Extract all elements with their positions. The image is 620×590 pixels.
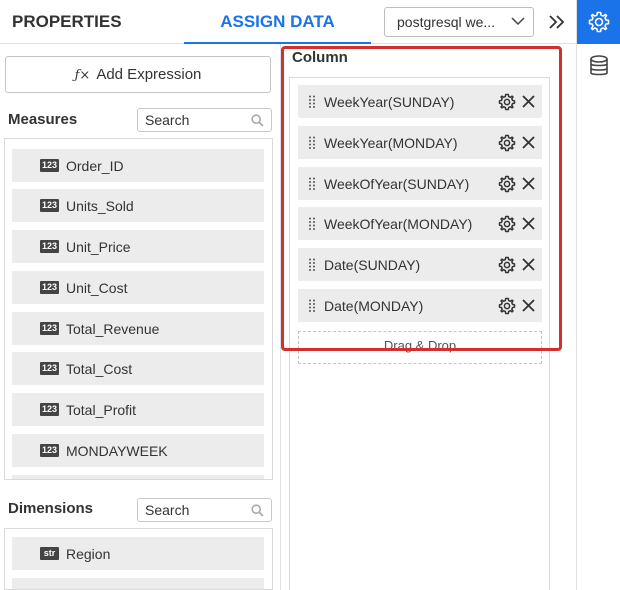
dimension-item[interactable]: str Region xyxy=(12,537,264,570)
settings-button[interactable] xyxy=(577,0,620,44)
dimension-item-partial xyxy=(12,578,264,589)
close-icon[interactable] xyxy=(521,298,536,313)
number-type-icon: 123 xyxy=(40,281,59,294)
drag-handle-icon[interactable] xyxy=(309,95,315,108)
close-icon[interactable] xyxy=(521,94,536,109)
column-item[interactable]: WeekYear(MONDAY) xyxy=(298,126,542,159)
gear-icon[interactable] xyxy=(498,215,516,233)
number-type-icon: 123 xyxy=(40,322,59,335)
close-icon[interactable] xyxy=(521,135,536,150)
field-label: Unit_Price xyxy=(66,238,131,255)
field-label: Units_Sold xyxy=(66,197,134,214)
column-item-label: WeekOfYear(MONDAY) xyxy=(324,215,473,232)
column-item-label: WeekYear(SUNDAY) xyxy=(324,93,455,110)
add-expression-label: Add Expression xyxy=(96,66,202,83)
number-type-icon: 123 xyxy=(40,199,59,212)
column-title: Column xyxy=(292,49,348,66)
drag-handle-icon[interactable] xyxy=(309,217,315,230)
column-panel: Column WeekYear(SUNDAY) WeekYear(MONDAY)… xyxy=(280,44,576,590)
drag-handle-icon[interactable] xyxy=(309,258,315,271)
dimensions-search[interactable] xyxy=(137,498,272,522)
search-icon xyxy=(251,114,264,127)
tab-properties[interactable]: PROPERTIES xyxy=(12,0,122,44)
column-item[interactable]: Date(SUNDAY) xyxy=(298,248,542,281)
measure-item[interactable]: 123 Unit_Cost xyxy=(12,271,264,304)
column-item-label: WeekYear(MONDAY) xyxy=(324,134,458,151)
field-label: Total_Revenue xyxy=(66,320,160,337)
column-item[interactable]: Date(MONDAY) xyxy=(298,289,542,322)
column-item-label: Date(MONDAY) xyxy=(324,297,424,314)
double-chevron-right-icon[interactable] xyxy=(546,12,568,32)
database-icon xyxy=(590,55,608,76)
measures-search-input[interactable] xyxy=(138,109,246,131)
close-icon[interactable] xyxy=(521,257,536,272)
measure-item[interactable]: 123 Units_Sold xyxy=(12,189,264,222)
close-icon[interactable] xyxy=(521,216,536,231)
panel-header: PROPERTIES ASSIGN DATA postgresql we... xyxy=(0,0,576,44)
measure-item[interactable]: 123 Total_Profit xyxy=(12,393,264,426)
field-label: Total_Cost xyxy=(66,360,133,377)
gear-icon[interactable] xyxy=(498,297,516,315)
number-type-icon: 123 xyxy=(40,240,59,253)
field-label: Total_Profit xyxy=(66,401,137,418)
gear-icon xyxy=(588,11,610,33)
search-icon xyxy=(251,504,264,517)
datasource-selected: postgresql we... xyxy=(397,14,496,30)
right-sidebar xyxy=(576,0,620,590)
function-icon: ƒ× xyxy=(74,68,91,83)
field-label: Region xyxy=(66,545,111,562)
measure-item-partial xyxy=(12,475,264,479)
measure-item[interactable]: 123 Unit_Price xyxy=(12,230,264,263)
gear-icon[interactable] xyxy=(498,93,516,111)
measure-item[interactable]: 123 Total_Cost xyxy=(12,352,264,385)
gear-icon[interactable] xyxy=(498,256,516,274)
column-item[interactable]: WeekOfYear(SUNDAY) xyxy=(298,167,542,200)
datasource-button[interactable] xyxy=(577,50,620,82)
drag-handle-icon[interactable] xyxy=(309,299,315,312)
measures-search[interactable] xyxy=(137,108,272,132)
column-item-label: Date(SUNDAY) xyxy=(324,256,421,273)
assign-data-panel: PROPERTIES ASSIGN DATA postgresql we... … xyxy=(0,0,620,590)
drag-handle-icon[interactable] xyxy=(309,136,315,149)
number-type-icon: 123 xyxy=(40,159,59,172)
number-type-icon: 123 xyxy=(40,403,59,416)
column-item-label: WeekOfYear(SUNDAY) xyxy=(324,175,470,192)
tab-assign-data[interactable]: ASSIGN DATA xyxy=(184,0,371,44)
column-drop-zone[interactable]: Drag & Drop xyxy=(298,331,542,364)
chevron-down-icon xyxy=(511,17,525,26)
column-item[interactable]: WeekYear(SUNDAY) xyxy=(298,85,542,118)
field-label: Order_ID xyxy=(66,157,124,174)
measure-item[interactable]: 123 MONDAYWEEK xyxy=(12,434,264,467)
column-item[interactable]: WeekOfYear(MONDAY) xyxy=(298,207,542,240)
gear-icon[interactable] xyxy=(498,175,516,193)
dimensions-title: Dimensions xyxy=(8,500,94,517)
dimensions-list: str Region xyxy=(4,528,273,590)
add-expression-button[interactable]: ƒ× Add Expression xyxy=(5,56,271,93)
close-icon[interactable] xyxy=(521,176,536,191)
dimensions-search-input[interactable] xyxy=(138,499,246,521)
number-type-icon: 123 xyxy=(40,444,59,457)
measure-item[interactable]: 123 Order_ID xyxy=(12,149,264,182)
measures-title: Measures xyxy=(8,111,78,128)
column-drop-area: WeekYear(SUNDAY) WeekYear(MONDAY) WeekOf… xyxy=(289,77,550,590)
datasource-dropdown[interactable]: postgresql we... xyxy=(384,7,534,37)
field-label: Unit_Cost xyxy=(66,279,128,296)
fields-panel: ƒ× Add Expression Measures 123 Order_ID 12… xyxy=(0,44,280,590)
gear-icon[interactable] xyxy=(498,134,516,152)
string-type-icon: str xyxy=(40,547,59,560)
measure-item[interactable]: 123 Total_Revenue xyxy=(12,312,264,345)
measures-list: 123 Order_ID 123 Units_Sold 123 Unit_Price … xyxy=(4,138,273,480)
number-type-icon: 123 xyxy=(40,362,59,375)
field-label: MONDAYWEEK xyxy=(66,442,168,459)
drag-handle-icon[interactable] xyxy=(309,177,315,190)
